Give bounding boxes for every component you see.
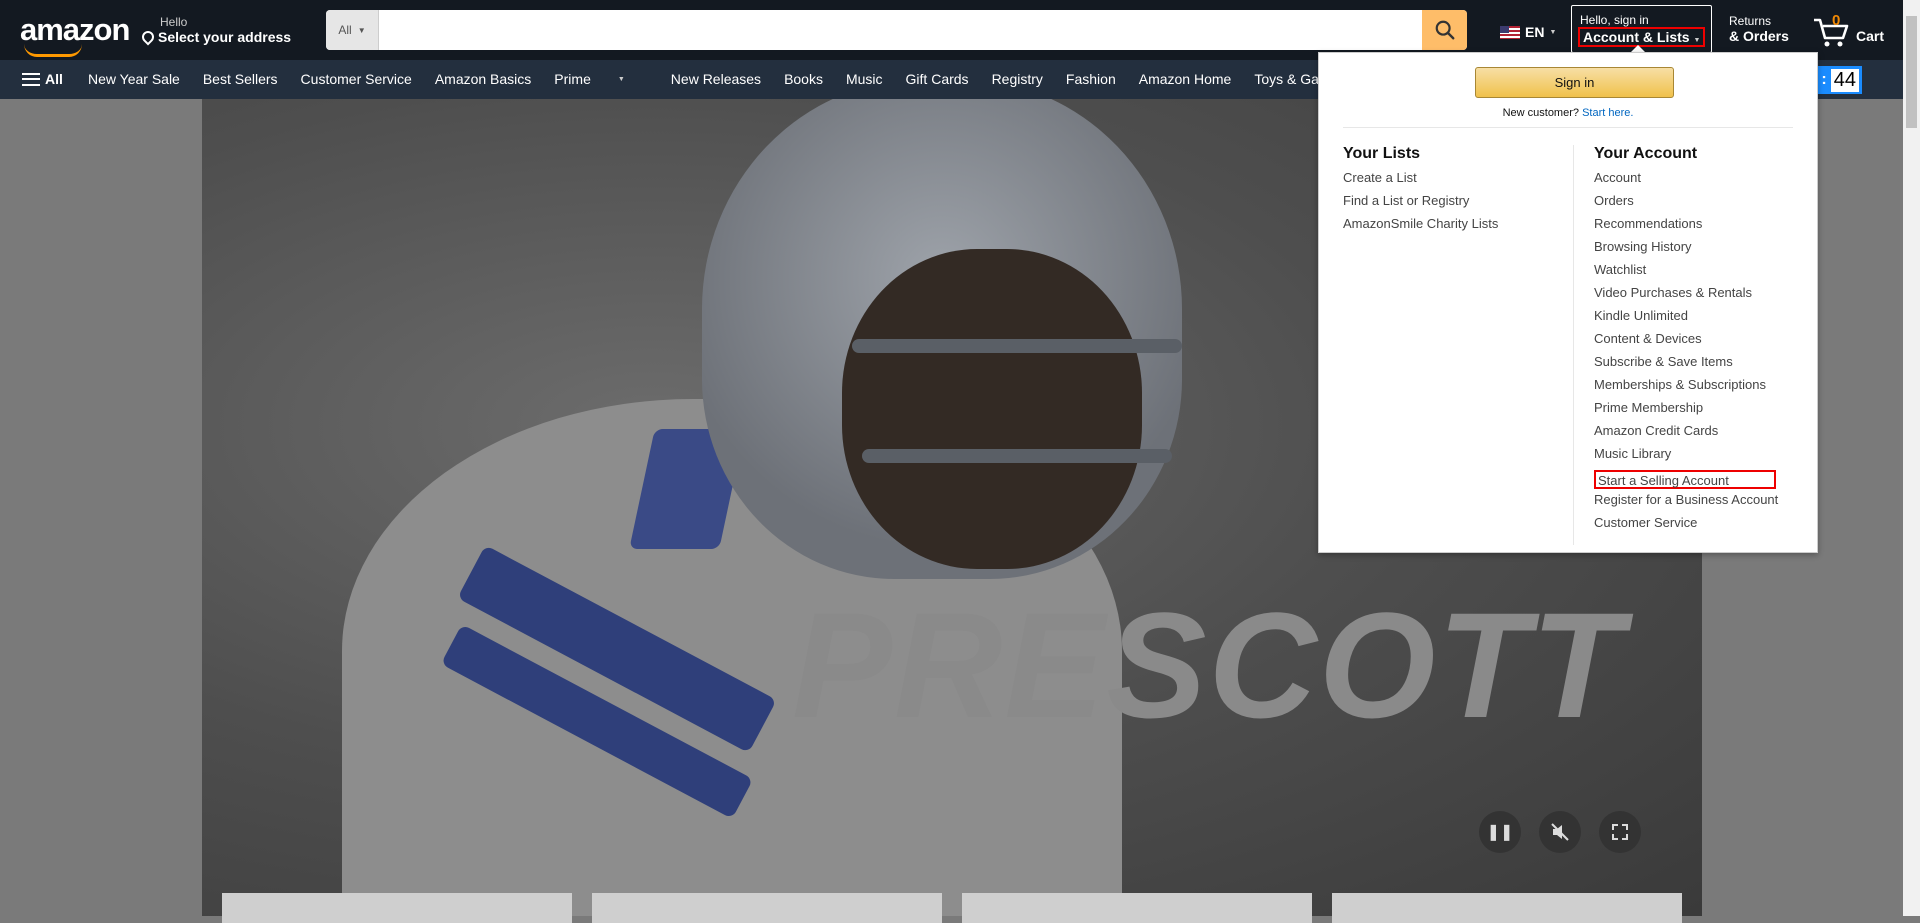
your-account-title: Your Account — [1594, 145, 1698, 162]
nav-link-gift-cards[interactable]: Gift Cards — [906, 71, 969, 87]
account-link-subscribe-save[interactable]: Subscribe & Save Items — [1594, 353, 1778, 376]
search-icon — [1435, 20, 1454, 40]
nav-link-customer-service[interactable]: Customer Service — [301, 71, 412, 87]
nav-link-registry[interactable]: Registry — [992, 71, 1043, 87]
orders-label: & Orders — [1729, 28, 1789, 44]
account-link-credit-cards[interactable]: Amazon Credit Cards — [1594, 422, 1778, 445]
account-link-account[interactable]: Account — [1594, 169, 1778, 192]
nav-link-prime-label: Prime — [554, 71, 591, 87]
account-link-music-library[interactable]: Music Library — [1594, 445, 1778, 468]
nav-link-best-sellers[interactable]: Best Sellers — [203, 71, 278, 87]
caret-down-icon: ▼ — [1549, 28, 1557, 36]
search-bar: All ▼ — [326, 10, 1467, 50]
account-link-recommendations[interactable]: Recommendations — [1594, 215, 1778, 238]
search-button[interactable] — [1422, 10, 1467, 50]
search-input[interactable] — [379, 10, 1419, 50]
list-link-amazonsmile[interactable]: AmazonSmile Charity Lists — [1343, 215, 1498, 238]
your-account-column: Your Account Account Orders Recommendati… — [1594, 145, 1778, 537]
list-link-find-registry[interactable]: Find a List or Registry — [1343, 192, 1498, 215]
cart-label: Cart — [1856, 28, 1885, 44]
promo-timer[interactable]: : 44 — [1818, 66, 1862, 94]
search-category-select[interactable]: All ▼ — [326, 10, 379, 50]
product-card[interactable] — [592, 893, 942, 923]
nav-link-new-releases[interactable]: New Releases — [671, 71, 761, 87]
account-link-kindle-unlimited[interactable]: Kindle Unlimited — [1594, 307, 1778, 330]
account-link-prime-membership[interactable]: Prime Membership — [1594, 399, 1778, 422]
account-link-business-account[interactable]: Register for a Business Account — [1594, 491, 1778, 514]
product-card[interactable] — [222, 893, 572, 923]
account-hello-label: Hello, sign in — [1580, 13, 1649, 27]
hero-face-shape — [842, 249, 1142, 569]
account-lists-text: Account & Lists — [1583, 29, 1690, 45]
your-lists-title: Your Lists — [1343, 145, 1421, 162]
fullscreen-icon — [1612, 824, 1628, 840]
divider — [1343, 127, 1793, 128]
account-link-orders[interactable]: Orders — [1594, 192, 1778, 215]
account-link-watchlist[interactable]: Watchlist — [1594, 261, 1778, 284]
account-link-memberships[interactable]: Memberships & Subscriptions — [1594, 376, 1778, 399]
fullscreen-button[interactable] — [1599, 811, 1641, 853]
list-link-create-list[interactable]: Create a List — [1343, 169, 1498, 192]
column-divider — [1573, 145, 1574, 545]
caret-down-icon: ▼ — [1693, 37, 1701, 44]
scrollbar-thumb[interactable] — [1906, 16, 1917, 128]
pause-button[interactable]: ❚❚ — [1479, 811, 1521, 853]
amazon-logo[interactable]: amazon — [20, 12, 130, 48]
new-customer-label: New customer? — [1502, 107, 1579, 119]
start-here-link[interactable]: Start here. — [1582, 107, 1633, 119]
account-lists-label: Account & Lists ▼ — [1578, 27, 1706, 47]
timer-value: 44 — [1830, 68, 1859, 92]
account-link-content-devices[interactable]: Content & Devices — [1594, 330, 1778, 353]
nav-link-fashion[interactable]: Fashion — [1066, 71, 1116, 87]
nav-link-music[interactable]: Music — [846, 71, 883, 87]
nav-link-books[interactable]: Books — [784, 71, 823, 87]
account-link-video-purchases[interactable]: Video Purchases & Rentals — [1594, 284, 1778, 307]
caret-down-icon: ▼ — [617, 75, 625, 83]
language-label: EN — [1525, 24, 1545, 40]
nav-links: New Year Sale Best Sellers Customer Serv… — [88, 71, 1368, 87]
account-dropdown: Sign in New customer? Start here. Your L… — [1318, 52, 1818, 553]
returns-and-orders[interactable]: Returns & Orders — [1729, 14, 1789, 44]
nav-link-new-year-sale[interactable]: New Year Sale — [88, 71, 180, 87]
product-card[interactable] — [1332, 893, 1682, 923]
hero-facemask-bar — [862, 449, 1172, 463]
account-link-customer-service[interactable]: Customer Service — [1594, 514, 1778, 537]
nav-link-amazon-home[interactable]: Amazon Home — [1139, 71, 1232, 87]
hamburger-icon — [22, 72, 40, 86]
search-category-label: All — [338, 23, 352, 37]
us-flag-icon — [1500, 25, 1520, 39]
hero-overlay-text: PRESCOTT — [792, 581, 1625, 749]
mute-button[interactable] — [1539, 811, 1581, 853]
caret-down-icon: ▼ — [357, 25, 366, 35]
cart-count: 0 — [1832, 12, 1841, 29]
location-pin-icon — [139, 28, 157, 46]
account-link-browsing-history[interactable]: Browsing History — [1594, 238, 1778, 261]
all-label: All — [45, 71, 63, 87]
returns-label: Returns — [1729, 14, 1772, 28]
deliver-to-address[interactable]: Hello Select your address — [139, 15, 292, 46]
timer-colon: : — [1821, 71, 1827, 88]
hero-facemask-bar — [852, 339, 1182, 353]
your-lists-column: Your Lists Create a List Find a List or … — [1343, 145, 1498, 238]
amazon-smile-icon — [24, 44, 82, 57]
pause-icon: ❚❚ — [1486, 824, 1514, 841]
nav-link-amazon-basics[interactable]: Amazon Basics — [435, 71, 531, 87]
select-address-label: Select your address — [158, 29, 292, 45]
language-selector[interactable]: EN ▼ — [1500, 24, 1556, 40]
product-card[interactable] — [962, 893, 1312, 923]
all-menu-button[interactable]: All — [22, 71, 63, 87]
nav-link-prime[interactable]: Prime ▼ — [554, 71, 648, 87]
sign-in-button[interactable]: Sign in — [1475, 67, 1674, 98]
muted-speaker-icon — [1551, 823, 1569, 841]
new-customer-text: New customer? Start here. — [1319, 107, 1817, 119]
page-scrollbar[interactable] — [1903, 0, 1920, 916]
address-hello-label: Hello — [160, 15, 188, 29]
account-link-start-selling[interactable]: Start a Selling Account — [1594, 470, 1776, 489]
